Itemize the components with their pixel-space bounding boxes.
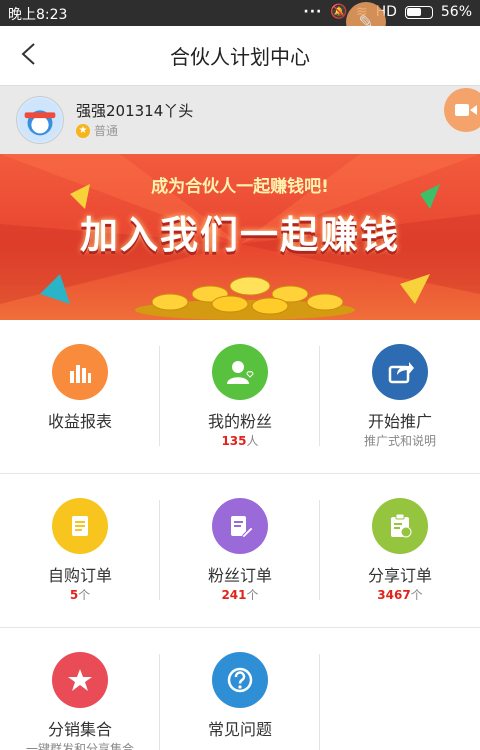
share-orders-item[interactable]: 分享订单 3467个 <box>320 474 480 628</box>
status-time: 晚上8:23 <box>8 7 68 23</box>
profile-card: 强强201314丫头 ★ 普通 <box>0 86 480 154</box>
my-fans-label: 我的粉丝 <box>207 412 272 431</box>
star-icon <box>52 652 108 708</box>
grid-row: 自购订单 5个 粉丝订单 241个 分享订单 3467个 <box>0 474 480 628</box>
video-camera-icon <box>455 104 477 116</box>
avatar-image-icon <box>18 98 62 142</box>
distribution-collection-item[interactable]: 分销集合 一键群发和分享集合 <box>0 628 160 750</box>
username: 强强201314丫头 <box>76 102 194 120</box>
start-promotion-desc: 推广式和说明 <box>363 434 436 448</box>
edit-document-icon <box>212 498 268 554</box>
promo-banner[interactable]: 成为合伙人一起赚钱吧! 加入我们一起赚钱 <box>0 154 480 320</box>
status-bar: 晚上8:23 ··· 🔕 ≋ HD 56% <box>0 0 480 26</box>
banner-headline: 加入我们一起赚钱 <box>79 213 400 257</box>
my-fans-item[interactable]: 我的粉丝 135人 <box>160 320 320 474</box>
revenue-report-item[interactable]: 收益报表 <box>0 320 160 474</box>
member-level: ★ 普通 <box>76 122 118 139</box>
distribution-collection-label: 分销集合 <box>47 720 112 739</box>
member-level-label: 普通 <box>94 124 119 138</box>
self-orders-item[interactable]: 自购订单 5个 <box>0 474 160 628</box>
level-star-icon: ★ <box>76 123 90 138</box>
faq-label: 常见问题 <box>207 720 272 739</box>
start-promotion-item[interactable]: 开始推广 推广式和说明 <box>320 320 480 474</box>
silent-icon: 🔕 <box>330 4 348 20</box>
feature-grid: 收益报表 我的粉丝 135人 开始推广 推广式和说明 自购订单 5个 粉丝订单 … <box>0 320 480 750</box>
self-orders-label: 自购订单 <box>47 566 112 585</box>
user-heart-icon <box>212 344 268 400</box>
distribution-collection-desc: 一键群发和分享集合 <box>25 742 134 750</box>
fan-orders-count: 241个 <box>221 588 259 602</box>
grid-row: 收益报表 我的粉丝 135人 开始推广 推广式和说明 <box>0 320 480 474</box>
share-arrow-icon <box>372 344 428 400</box>
start-promotion-label: 开始推广 <box>367 412 432 431</box>
question-mark-icon <box>212 652 268 708</box>
avatar[interactable] <box>16 96 64 144</box>
video-button[interactable] <box>444 88 480 132</box>
clipboard-share-icon <box>372 498 428 554</box>
battery-icon <box>404 5 433 19</box>
revenue-report-label: 收益报表 <box>47 412 112 431</box>
banner-subtitle: 成为合伙人一起赚钱吧! <box>151 177 329 197</box>
share-orders-label: 分享订单 <box>367 566 432 585</box>
gold-coins-image <box>135 276 355 320</box>
document-icon <box>52 498 108 554</box>
bar-chart-icon <box>52 344 108 400</box>
battery-level: 56% <box>440 4 472 20</box>
grid-row: 分销集合 一键群发和分享集合 常见问题 <box>0 628 480 750</box>
status-icons: ··· 🔕 ≋ HD 56% <box>303 4 472 20</box>
more-notifications-icon: ··· <box>303 4 323 20</box>
fan-orders-item[interactable]: 粉丝订单 241个 <box>160 474 320 628</box>
faq-item[interactable]: 常见问题 <box>160 628 320 750</box>
app-header: 合伙人计划中心 <box>0 26 480 86</box>
share-orders-count: 3467个 <box>377 588 423 602</box>
my-fans-count: 135人 <box>221 434 259 448</box>
self-orders-count: 5个 <box>69 588 91 602</box>
fan-orders-label: 粉丝订单 <box>207 566 272 585</box>
page-title: 合伙人计划中心 <box>170 45 310 69</box>
